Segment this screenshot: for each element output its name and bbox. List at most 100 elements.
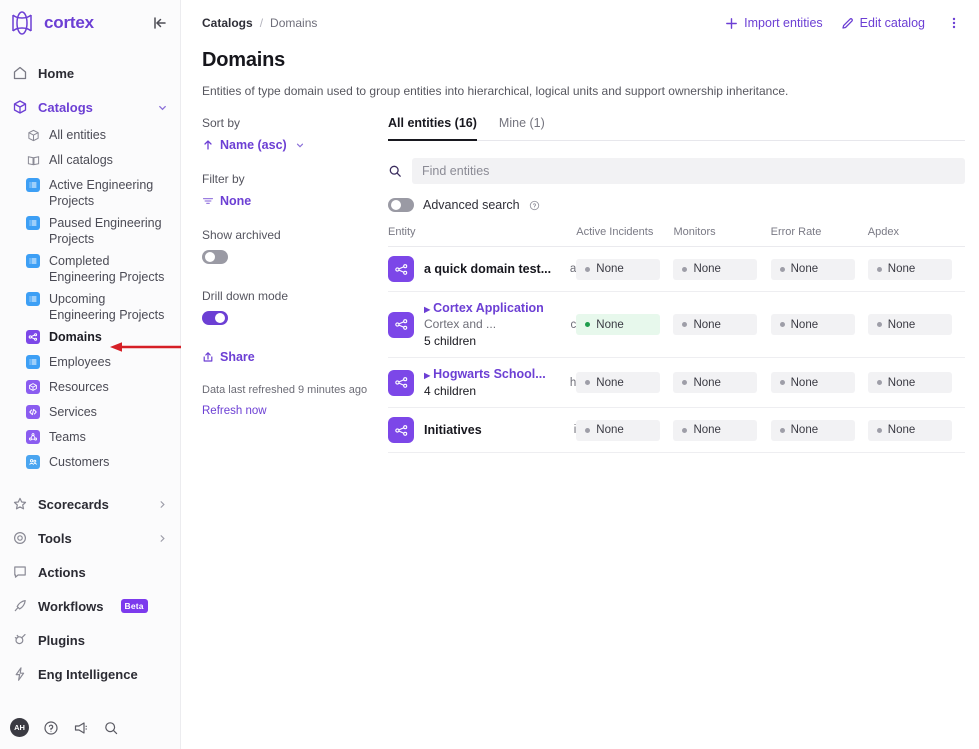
status-badge[interactable]: None (673, 372, 758, 393)
sidebar-item-label: Customers (49, 455, 110, 469)
content-area: Sort by Name (asc) Filter by None Show a… (181, 98, 979, 453)
sidebar-item-tools[interactable]: Tools (0, 521, 180, 555)
import-entities-button[interactable]: Import entities (725, 16, 823, 30)
table-row[interactable]: a quick domain test... a None None None … (388, 246, 965, 292)
status-badge[interactable]: None (576, 372, 661, 393)
expand-triangle-icon[interactable]: ▶ (424, 371, 430, 380)
cube-outline-icon (26, 128, 40, 142)
home-icon (12, 65, 28, 81)
sidebar-item-catalogs[interactable]: Catalogs (0, 90, 180, 124)
sidebar-item-plugins[interactable]: Plugins (0, 623, 180, 657)
entity-name-link[interactable]: ▶ Cortex Application (424, 301, 557, 315)
entities-table-head: Entity Active Incidents Monitors Error R… (388, 226, 965, 247)
status-badge[interactable]: None (576, 419, 661, 441)
search-icon[interactable] (103, 720, 119, 736)
status-badge[interactable]: None (673, 314, 758, 335)
sidebar-item-actions[interactable]: Actions (0, 555, 180, 589)
status-badge[interactable]: None (867, 419, 952, 441)
sidebar-item-services[interactable]: Services (0, 401, 180, 426)
actions-icon (12, 564, 28, 580)
status-badge[interactable]: None (673, 258, 758, 280)
sidebar: cortex Home Catalogs All entities All ca… (0, 0, 182, 749)
chevron-down-icon[interactable] (157, 102, 168, 113)
sidebar-item-scorecards[interactable]: Scorecards (0, 487, 180, 521)
sort-by-block: Sort by Name (asc) (202, 116, 388, 152)
status-badge[interactable]: None (673, 419, 758, 441)
status-label: None (790, 376, 819, 389)
sidebar-item-teams[interactable]: Teams (0, 426, 180, 451)
column-header-error-rate[interactable]: Error Rate (770, 226, 868, 247)
entity-name[interactable]: a quick domain test... (424, 262, 556, 276)
filter-by-control[interactable]: None (202, 194, 388, 208)
sidebar-item-all-catalogs[interactable]: All catalogs (0, 149, 180, 174)
sidebar-item-label: Tools (38, 530, 72, 546)
status-badge[interactable]: None (770, 258, 855, 280)
entity-name[interactable]: Initiatives (424, 423, 560, 437)
chevron-down-icon[interactable] (295, 140, 305, 150)
plus-icon (725, 17, 738, 30)
table-row[interactable]: ▶ Hogwarts School... 4 children h None N… (388, 357, 965, 408)
sidebar-item-resources[interactable]: Resources (0, 376, 180, 401)
plug-icon (12, 632, 28, 648)
advanced-search-toggle[interactable] (388, 198, 414, 212)
expand-triangle-icon[interactable]: ▶ (424, 305, 430, 314)
sidebar-item-eng-intelligence[interactable]: Eng Intelligence (0, 657, 180, 691)
status-dot-icon (585, 380, 591, 385)
sidebar-item-home[interactable]: Home (0, 56, 180, 90)
column-header-apdex[interactable]: Apdex (867, 226, 965, 247)
show-archived-toggle[interactable] (202, 250, 228, 264)
entities-table: Entity Active Incidents Monitors Error R… (388, 226, 965, 453)
sidebar-item-completed-engineering-projects[interactable]: Completed Engineering Projects (0, 250, 180, 288)
collapse-left-icon[interactable] (152, 15, 168, 31)
sidebar-item-label: All catalogs (49, 153, 113, 167)
status-label: None (887, 318, 916, 331)
chevron-right-icon[interactable] (157, 499, 168, 510)
entity-text: Initiatives (424, 423, 560, 437)
column-header-active-incidents[interactable]: Active Incidents (576, 226, 674, 247)
tab-mine[interactable]: Mine (1) (499, 116, 545, 141)
tab-all-entities[interactable]: All entities (16) (388, 116, 477, 141)
sidebar-item-workflows[interactable]: Workflows Beta (0, 589, 180, 623)
sidebar-item-customers[interactable]: Customers (0, 451, 180, 476)
refresh-now-link[interactable]: Refresh now (202, 405, 267, 417)
sort-by-control[interactable]: Name (asc) (202, 138, 388, 152)
avatar[interactable]: AH (10, 718, 29, 737)
monitors-cell: None (673, 357, 771, 408)
status-badge[interactable]: None (770, 372, 855, 393)
sidebar-item-domains[interactable]: Domains (0, 326, 180, 351)
share-block: Share (202, 350, 388, 364)
sidebar-item-label: Home (38, 65, 75, 81)
status-badge[interactable]: None (576, 314, 661, 335)
breadcrumb-domains[interactable]: Domains (270, 16, 317, 30)
chevron-right-icon[interactable] (157, 533, 168, 544)
import-entities-label: Import entities (744, 16, 823, 30)
table-row[interactable]: ▶ Cortex Application Cortex and ... 5 chi… (388, 291, 965, 358)
sidebar-item-paused-engineering-projects[interactable]: Paused Engineering Projects (0, 212, 180, 250)
table-row[interactable]: Initiatives i None None None None (388, 407, 965, 453)
share-button[interactable]: Share (202, 350, 388, 364)
entity-text: ▶ Hogwarts School... 4 children (424, 367, 556, 398)
sidebar-item-upcoming-engineering-projects[interactable]: Upcoming Engineering Projects (0, 288, 180, 326)
status-badge[interactable]: None (867, 372, 952, 393)
search-input[interactable] (412, 158, 965, 184)
status-badge[interactable]: None (576, 258, 661, 280)
help-circle-icon[interactable] (43, 720, 59, 736)
status-badge[interactable]: None (867, 258, 952, 280)
sidebar-item-active-engineering-projects[interactable]: Active Engineering Projects (0, 174, 180, 212)
status-badge[interactable]: None (770, 314, 855, 335)
help-circle-icon[interactable] (529, 200, 540, 211)
status-badge[interactable]: None (770, 419, 855, 441)
megaphone-icon[interactable] (73, 720, 89, 736)
entity-name-link[interactable]: ▶ Hogwarts School... (424, 367, 556, 381)
drill-down-toggle[interactable] (202, 311, 228, 325)
column-header-monitors[interactable]: Monitors (673, 226, 771, 247)
edit-catalog-button[interactable]: Edit catalog (841, 16, 925, 30)
sidebar-item-all-entities[interactable]: All entities (0, 124, 180, 149)
drill-down-block: Drill down mode (202, 289, 388, 330)
breadcrumb-catalogs[interactable]: Catalogs (202, 16, 253, 30)
column-header-entity[interactable]: Entity (388, 226, 577, 247)
status-badge[interactable]: None (867, 314, 952, 335)
kebab-menu-icon[interactable] (943, 16, 965, 30)
sidebar-item-employees[interactable]: Employees (0, 351, 180, 376)
active-incidents-cell: None (576, 291, 674, 358)
